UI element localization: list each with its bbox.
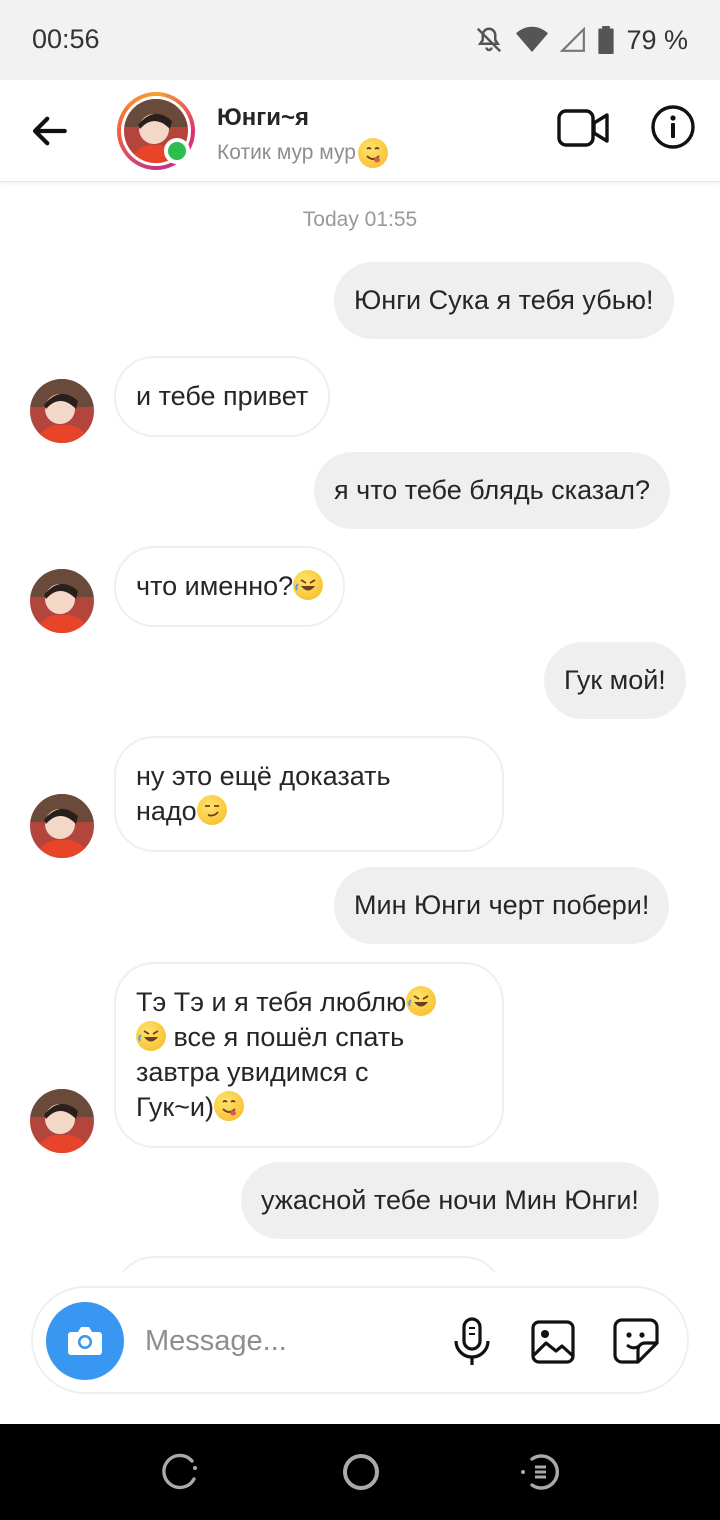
sender-avatar[interactable] (30, 1089, 94, 1153)
sender-avatar[interactable] (30, 569, 94, 633)
status-icons: 79 % (474, 22, 688, 58)
rofl-emoji-icon (293, 570, 324, 600)
contact-status: Котик мур мур (217, 138, 388, 168)
sender-avatar[interactable] (30, 379, 94, 443)
message-bubble-outgoing[interactable]: я что тебе блядь сказал? (314, 452, 670, 529)
message-bubble-outgoing[interactable]: ужасной тебе ночи Мин Юнги! (241, 1162, 659, 1239)
online-indicator (164, 138, 190, 164)
yum-emoji-icon (357, 138, 388, 168)
message-bubble-outgoing[interactable]: Юнги Сука я тебя убью! (334, 262, 674, 339)
message-text-line: надо (136, 796, 197, 826)
rofl-emoji-icon (406, 986, 437, 1016)
message-bubble-outgoing[interactable]: Гук мой! (544, 642, 686, 719)
video-call-icon[interactable] (556, 106, 610, 150)
recents-icon[interactable] (158, 1451, 200, 1493)
yum-emoji-icon (213, 1091, 244, 1121)
message-bubble-incoming[interactable]: ну это ещё доказать надо (114, 736, 504, 852)
microphone-icon[interactable] (449, 1316, 495, 1368)
info-icon[interactable] (650, 104, 696, 150)
mute-bell-icon (477, 27, 502, 53)
message-input[interactable] (145, 1318, 425, 1364)
wifi-icon (516, 26, 549, 52)
battery-percent: 79 % (626, 24, 688, 55)
battery-icon (598, 26, 615, 54)
message-bubble-incoming[interactable]: Тэ Тэ и я тебя люблю все я пошёл спать з… (114, 962, 504, 1148)
message-text-line: Тэ Тэ и я тебя люблю (136, 987, 407, 1017)
smirk-emoji-icon (196, 795, 227, 825)
message-text: ужасной тебе ночи Мин Юнги! (261, 1185, 639, 1215)
gallery-icon[interactable] (530, 1319, 576, 1365)
home-icon[interactable] (340, 1451, 382, 1493)
message-text-line: все я пошёл спать (173, 1022, 405, 1052)
message-text: Мин Юнги черт побери! (354, 890, 650, 920)
status-bar: 00:56 79 % (0, 0, 720, 80)
contact-name[interactable]: Юнги~я (217, 104, 309, 132)
sender-avatar[interactable] (30, 794, 94, 858)
message-text-line: Гук~и) (136, 1092, 214, 1122)
chat-header: Юнги~я Котик мур мур (0, 80, 720, 182)
camera-icon (68, 1327, 102, 1355)
message-bubble-outgoing[interactable]: Мин Юнги черт побери! (334, 867, 670, 944)
message-bubble-incoming[interactable]: что именно? (114, 546, 346, 627)
cell-signal-icon (560, 27, 586, 52)
contact-status-text: Котик мур мур (217, 141, 356, 164)
message-text: и тебе привет (136, 381, 309, 411)
message-text: Юнги Сука я тебя убью! (354, 285, 654, 315)
android-nav-bar (0, 1424, 720, 1520)
message-text: Гук мой! (564, 665, 666, 695)
rofl-emoji-icon (136, 1021, 166, 1051)
message-bubble-incoming[interactable]: и тебе привет (114, 356, 331, 437)
status-time: 00:56 (32, 24, 100, 54)
message-text-line: завтра увидимся с (136, 1057, 369, 1087)
message-text-line: ну это ещё доказать (136, 761, 391, 791)
chat-timestamp: Today 01:55 (302, 208, 418, 231)
message-text: я что тебе блядь сказал? (334, 475, 650, 505)
camera-button[interactable] (46, 1302, 124, 1380)
back-arrow-icon[interactable] (28, 110, 70, 152)
message-composer (31, 1286, 689, 1394)
back-icon[interactable] (518, 1451, 560, 1493)
sticker-icon[interactable] (612, 1317, 660, 1365)
message-text: что именно? (136, 571, 294, 601)
